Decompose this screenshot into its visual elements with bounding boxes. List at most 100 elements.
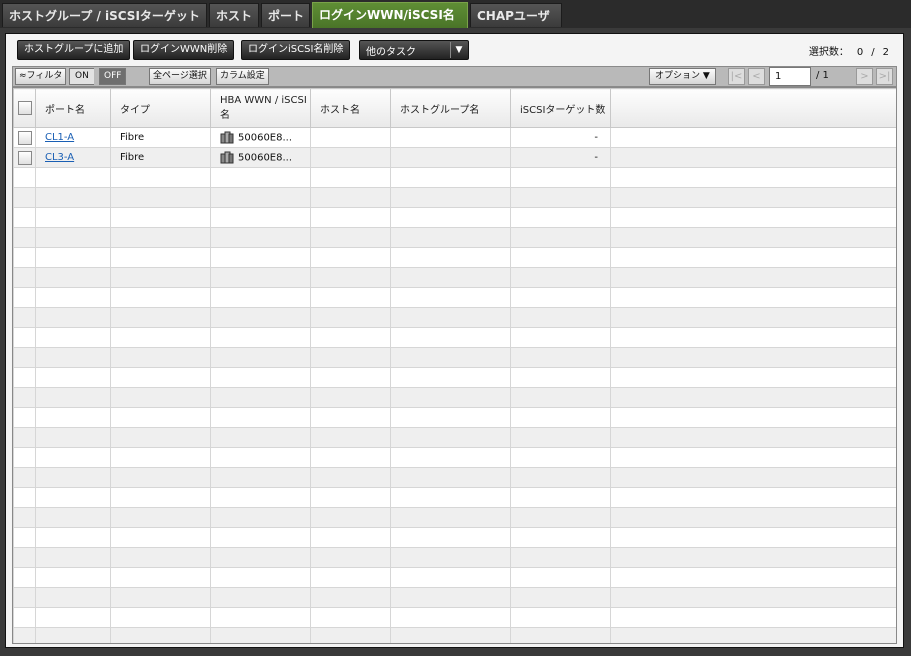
empty-cell	[310, 307, 391, 328]
main-panel: ホストグループに追加 ログインWWN削除 ログインiSCSI名削除 他のタスク …	[5, 33, 904, 648]
empty-cell	[510, 327, 611, 348]
empty-cell	[13, 527, 36, 548]
empty-cell	[390, 427, 511, 448]
empty-cell	[510, 247, 611, 268]
empty-cell	[310, 607, 391, 628]
empty-cell	[390, 167, 511, 188]
empty-cell	[13, 187, 36, 208]
empty-cell	[13, 327, 36, 348]
select-all-checkbox-cell[interactable]	[13, 88, 36, 128]
hba-icon	[220, 131, 234, 144]
empty-cell	[210, 247, 311, 268]
select-all-checkbox[interactable]	[17, 101, 32, 115]
empty-cell	[110, 387, 211, 408]
empty-row	[13, 347, 896, 368]
empty-row	[13, 467, 896, 488]
empty-cell	[35, 387, 111, 408]
empty-cell	[310, 347, 391, 368]
empty-cell	[110, 627, 211, 643]
empty-cell	[210, 407, 311, 428]
delete-login-iscsi-button[interactable]: ログインiSCSI名削除	[241, 40, 351, 60]
selection-total: 2	[882, 47, 889, 58]
empty-row	[13, 407, 896, 428]
empty-cell	[610, 447, 896, 468]
empty-cell	[35, 207, 111, 228]
empty-cell	[13, 267, 36, 288]
filter-button[interactable]: ≈フィルタ	[15, 68, 67, 85]
tab-ports[interactable]: ポート	[261, 3, 310, 27]
empty-cell	[510, 467, 611, 488]
port-link[interactable]: CL3-A	[45, 152, 74, 163]
empty-cell	[390, 547, 511, 568]
tab-host-groups[interactable]: ホストグループ / iSCSIターゲット	[2, 3, 207, 27]
other-tasks-dropdown[interactable]: 他のタスク ▼	[359, 40, 469, 60]
row-checkbox-cell[interactable]	[13, 127, 36, 148]
empty-cell	[13, 427, 36, 448]
empty-cell	[610, 587, 896, 608]
empty-cell	[35, 627, 111, 643]
table-row[interactable]: CL1-A Fibre 50060E8... -	[13, 127, 896, 148]
empty-cell	[610, 167, 896, 188]
col-iscsi-target-count[interactable]: iSCSIターゲット数	[510, 88, 611, 128]
delete-login-wwn-button[interactable]: ログインWWN削除	[133, 40, 235, 60]
first-page-icon[interactable]: |<	[728, 68, 745, 85]
row-checkbox-cell[interactable]	[13, 147, 36, 168]
empty-cell	[210, 227, 311, 248]
empty-row	[13, 507, 896, 528]
empty-cell	[310, 627, 391, 643]
port-link[interactable]: CL1-A	[45, 132, 74, 143]
selection-label: 選択数：	[808, 47, 849, 58]
target-count-cell: -	[510, 147, 611, 168]
empty-cell	[110, 567, 211, 588]
tab-chap-users[interactable]: CHAPユーザ	[470, 3, 562, 27]
empty-cell	[510, 607, 611, 628]
row-checkbox[interactable]	[17, 150, 32, 165]
tab-login-wwn[interactable]: ログインWWN/iSCSI名	[312, 2, 468, 28]
empty-row	[13, 227, 896, 248]
empty-cell	[310, 167, 391, 188]
next-page-icon[interactable]: >	[856, 68, 873, 85]
tab-hosts[interactable]: ホスト	[209, 3, 259, 27]
add-to-host-group-button[interactable]: ホストグループに追加	[17, 40, 131, 60]
last-page-icon[interactable]: >|	[876, 68, 893, 85]
empty-cell	[35, 447, 111, 468]
empty-cell	[390, 227, 511, 248]
empty-cell	[110, 607, 211, 628]
empty-cell	[390, 527, 511, 548]
col-host-name[interactable]: ホスト名	[310, 88, 391, 128]
empty-cell	[510, 527, 611, 548]
empty-cell	[210, 547, 311, 568]
empty-cell	[390, 627, 511, 643]
empty-cell	[13, 387, 36, 408]
col-hba-wwn[interactable]: HBA WWN / iSCSI名	[210, 88, 311, 128]
empty-cell	[210, 387, 311, 408]
empty-cell	[610, 467, 896, 488]
prev-page-icon[interactable]: <	[748, 68, 765, 85]
col-host-group-name[interactable]: ホストグループ名	[390, 88, 511, 128]
col-type[interactable]: タイプ	[110, 88, 211, 128]
empty-cell	[610, 407, 896, 428]
row-checkbox[interactable]	[17, 130, 32, 145]
empty-cell	[110, 527, 211, 548]
col-port-name[interactable]: ポート名	[35, 88, 111, 128]
empty-cell	[390, 367, 511, 388]
empty-cell	[310, 587, 391, 608]
column-settings-button[interactable]: カラム設定	[216, 68, 269, 85]
empty-cell	[610, 307, 896, 328]
filter-on-toggle[interactable]: ON	[69, 68, 94, 85]
empty-cell	[210, 327, 311, 348]
page-number-input[interactable]: 1	[769, 67, 811, 86]
empty-cell	[610, 507, 896, 528]
empty-cell	[35, 267, 111, 288]
empty-cell	[110, 427, 211, 448]
empty-cell	[13, 547, 36, 568]
empty-cell	[13, 167, 36, 188]
options-button[interactable]: オプション ▼	[649, 68, 716, 85]
empty-cell	[510, 347, 611, 368]
table-row[interactable]: CL3-A Fibre 50060E8... -	[13, 147, 896, 168]
empty-cell	[510, 207, 611, 228]
filter-off-toggle[interactable]: OFF	[99, 68, 127, 85]
host-cell	[310, 127, 391, 148]
empty-cell	[13, 627, 36, 643]
select-all-pages-button[interactable]: 全ページ選択	[149, 68, 211, 85]
